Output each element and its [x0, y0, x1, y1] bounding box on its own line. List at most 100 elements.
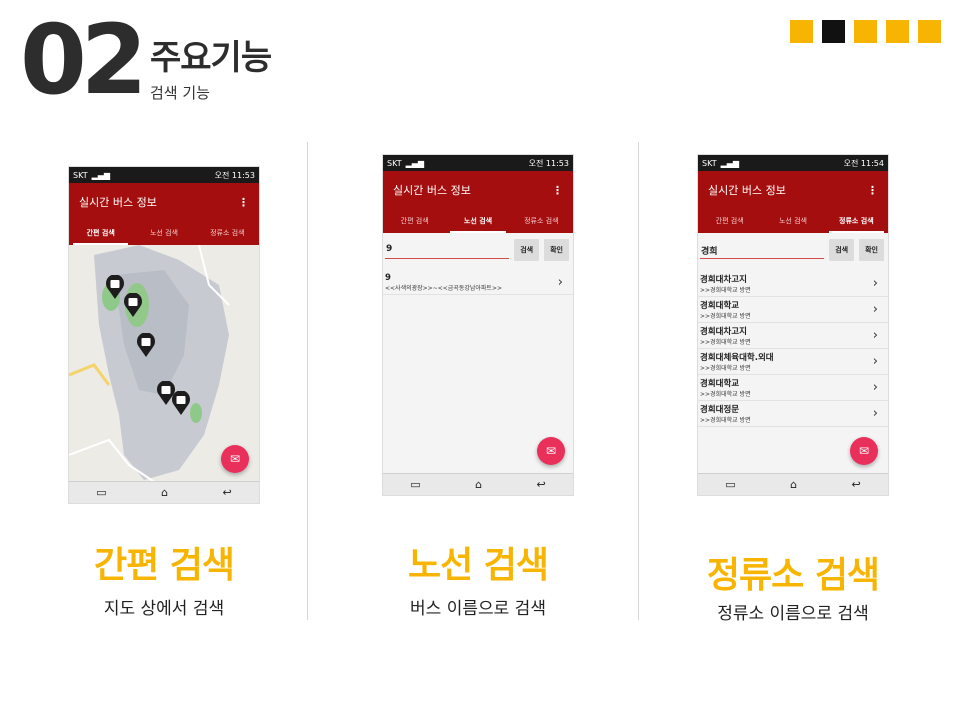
square-3 — [854, 20, 877, 43]
home-icon[interactable]: ⌂ — [475, 478, 482, 491]
list-item[interactable]: 경희대정문 >>경희대학교 방면 › — [698, 401, 888, 427]
tab-route-search[interactable]: 노선 검색 — [761, 209, 824, 233]
tab-stop-search[interactable]: 정류소 검색 — [825, 209, 888, 233]
stop-direction: >>경희대학교 방면 — [700, 287, 751, 294]
square-2 — [822, 20, 845, 43]
signal-icon: ▂▄▆ — [91, 170, 111, 180]
system-nav-bar: ▭ ⌂ ↩ — [383, 473, 573, 495]
list-item[interactable]: 경희대학교 >>경희대학교 방면 › — [698, 375, 888, 401]
tab-bar: 간편 검색 노선 검색 정류소 검색 — [698, 209, 888, 233]
route-search-input[interactable]: 9 — [385, 241, 510, 259]
signal-icon: ▂▄▆ — [720, 158, 740, 168]
status-time: 오전 11:54 — [843, 158, 884, 168]
route-name: 9 — [385, 273, 391, 283]
feature-title-simple: 간편 검색 — [93, 545, 235, 586]
stop-direction: >>경희대학교 방면 — [700, 417, 751, 424]
search-button[interactable]: 검색 — [514, 239, 540, 261]
back-icon[interactable]: ↩ — [852, 478, 861, 491]
status-bar: SKT ▂▄▆ 오전 11:53 — [69, 167, 259, 183]
feature-title-route: 노선 검색 — [407, 545, 549, 586]
overflow-menu-icon[interactable]: ⋮ — [238, 196, 249, 209]
bus-stop-marker[interactable] — [171, 390, 191, 419]
tab-stop-search[interactable]: 정류소 검색 — [196, 221, 259, 245]
stop-direction: >>경희대학교 방면 — [700, 365, 751, 372]
result-list: 9 <<사색의광장>>~<<금곡동강남아파트>> › — [383, 271, 573, 295]
recent-apps-icon[interactable]: ▭ — [96, 486, 106, 499]
recent-apps-icon[interactable]: ▭ — [725, 478, 735, 491]
tab-simple-search[interactable]: 간편 검색 — [383, 209, 446, 233]
app-title: 실시간 버스 정보 — [79, 196, 157, 209]
app-bar: 실시간 버스 정보 ⋮ — [383, 171, 573, 209]
chevron-right-icon: › — [872, 406, 878, 421]
square-1 — [790, 20, 813, 43]
tab-stop-search[interactable]: 정류소 검색 — [510, 209, 573, 233]
feature-desc-simple: 지도 상에서 검색 — [103, 599, 225, 619]
tab-simple-search[interactable]: 간편 검색 — [69, 221, 132, 245]
overflow-menu-icon[interactable]: ⋮ — [552, 184, 563, 197]
system-nav-bar: ▭ ⌂ ↩ — [698, 473, 888, 495]
chevron-right-icon: › — [872, 276, 878, 291]
chevron-right-icon: › — [557, 275, 563, 290]
square-5 — [918, 20, 941, 43]
tab-simple-search[interactable]: 간편 검색 — [698, 209, 761, 233]
back-icon[interactable]: ↩ — [537, 478, 546, 491]
mail-fab-button[interactable]: ✉ — [537, 437, 565, 465]
mail-icon: ✉ — [858, 444, 870, 458]
home-icon[interactable]: ⌂ — [790, 478, 797, 491]
mail-icon: ✉ — [545, 444, 557, 458]
stop-direction: >>경희대학교 방면 — [700, 313, 751, 320]
search-row: 9 검색 확인 — [383, 233, 573, 265]
overflow-menu-icon[interactable]: ⋮ — [867, 184, 878, 197]
home-icon[interactable]: ⌂ — [161, 486, 168, 499]
search-row: 경희 검색 확인 — [698, 233, 888, 265]
status-time: 오전 11:53 — [214, 170, 255, 180]
mail-icon: ✉ — [229, 452, 241, 466]
stop-name: 경희대체육대학.외대 — [700, 353, 774, 363]
carrier-label: SKT — [73, 170, 88, 180]
bus-stop-marker[interactable] — [105, 274, 125, 303]
search-button[interactable]: 검색 — [829, 239, 855, 261]
stop-name: 경희대차고지 — [700, 275, 747, 285]
status-time: 오전 11:53 — [528, 158, 569, 168]
phone-screenshot-map: SKT ▂▄▆ 오전 11:53 실시간 버스 정보 ⋮ 간편 검색 노선 검색… — [68, 166, 260, 504]
confirm-button[interactable]: 확인 — [859, 239, 884, 261]
column-divider-2 — [638, 142, 639, 620]
tab-route-search[interactable]: 노선 검색 — [446, 209, 509, 233]
stop-search-input[interactable]: 경희 — [700, 241, 825, 259]
list-item[interactable]: 경희대차고지 >>경희대학교 방면 › — [698, 323, 888, 349]
stop-name: 경희대차고지 — [700, 327, 747, 337]
chevron-right-icon: › — [872, 328, 878, 343]
stop-name: 경희대학교 — [700, 301, 740, 311]
tab-bar: 간편 검색 노선 검색 정류소 검색 — [383, 209, 573, 233]
stop-name: 경희대학교 — [700, 379, 740, 389]
bus-stop-marker[interactable] — [136, 332, 156, 361]
carrier-label: SKT — [387, 158, 402, 168]
back-icon[interactable]: ↩ — [223, 486, 232, 499]
confirm-button[interactable]: 확인 — [544, 239, 569, 261]
column-divider-1 — [307, 142, 308, 620]
chevron-right-icon: › — [872, 354, 878, 369]
list-item[interactable]: 경희대체육대학.외대 >>경희대학교 방면 › — [698, 349, 888, 375]
feature-desc-route: 버스 이름으로 검색 — [410, 599, 546, 619]
list-item[interactable]: 9 <<사색의광장>>~<<금곡동강남아파트>> › — [383, 271, 573, 295]
section-subtitle: 검색 기능 — [150, 84, 210, 102]
list-item[interactable]: 경희대차고지 >>경희대학교 방면 › — [698, 271, 888, 297]
app-bar: 실시간 버스 정보 ⋮ — [69, 183, 259, 221]
carrier-label: SKT — [702, 158, 717, 168]
phone-screenshot-stop: SKT ▂▄▆ 오전 11:54 실시간 버스 정보 ⋮ 간편 검색 노선 검색… — [697, 154, 889, 496]
decorative-squares — [790, 20, 941, 43]
mail-fab-button[interactable]: ✉ — [221, 445, 249, 473]
recent-apps-icon[interactable]: ▭ — [410, 478, 420, 491]
feature-title-stop: 정류소 검색 — [706, 555, 880, 596]
tab-route-search[interactable]: 노선 검색 — [132, 221, 195, 245]
feature-desc-stop: 정류소 이름으로 검색 — [717, 604, 869, 624]
route-detail: <<사색의광장>>~<<금곡동강남아파트>> — [385, 285, 503, 292]
app-title: 실시간 버스 정보 — [708, 184, 786, 197]
list-item[interactable]: 경희대학교 >>경희대학교 방면 › — [698, 297, 888, 323]
chevron-right-icon: › — [872, 302, 878, 317]
signal-icon: ▂▄▆ — [405, 158, 425, 168]
mail-fab-button[interactable]: ✉ — [850, 437, 878, 465]
bus-stop-marker[interactable] — [123, 292, 143, 321]
chevron-right-icon: › — [872, 380, 878, 395]
result-list: 경희대차고지 >>경희대학교 방면 › 경희대학교 >>경희대학교 방면 › 경… — [698, 271, 888, 427]
